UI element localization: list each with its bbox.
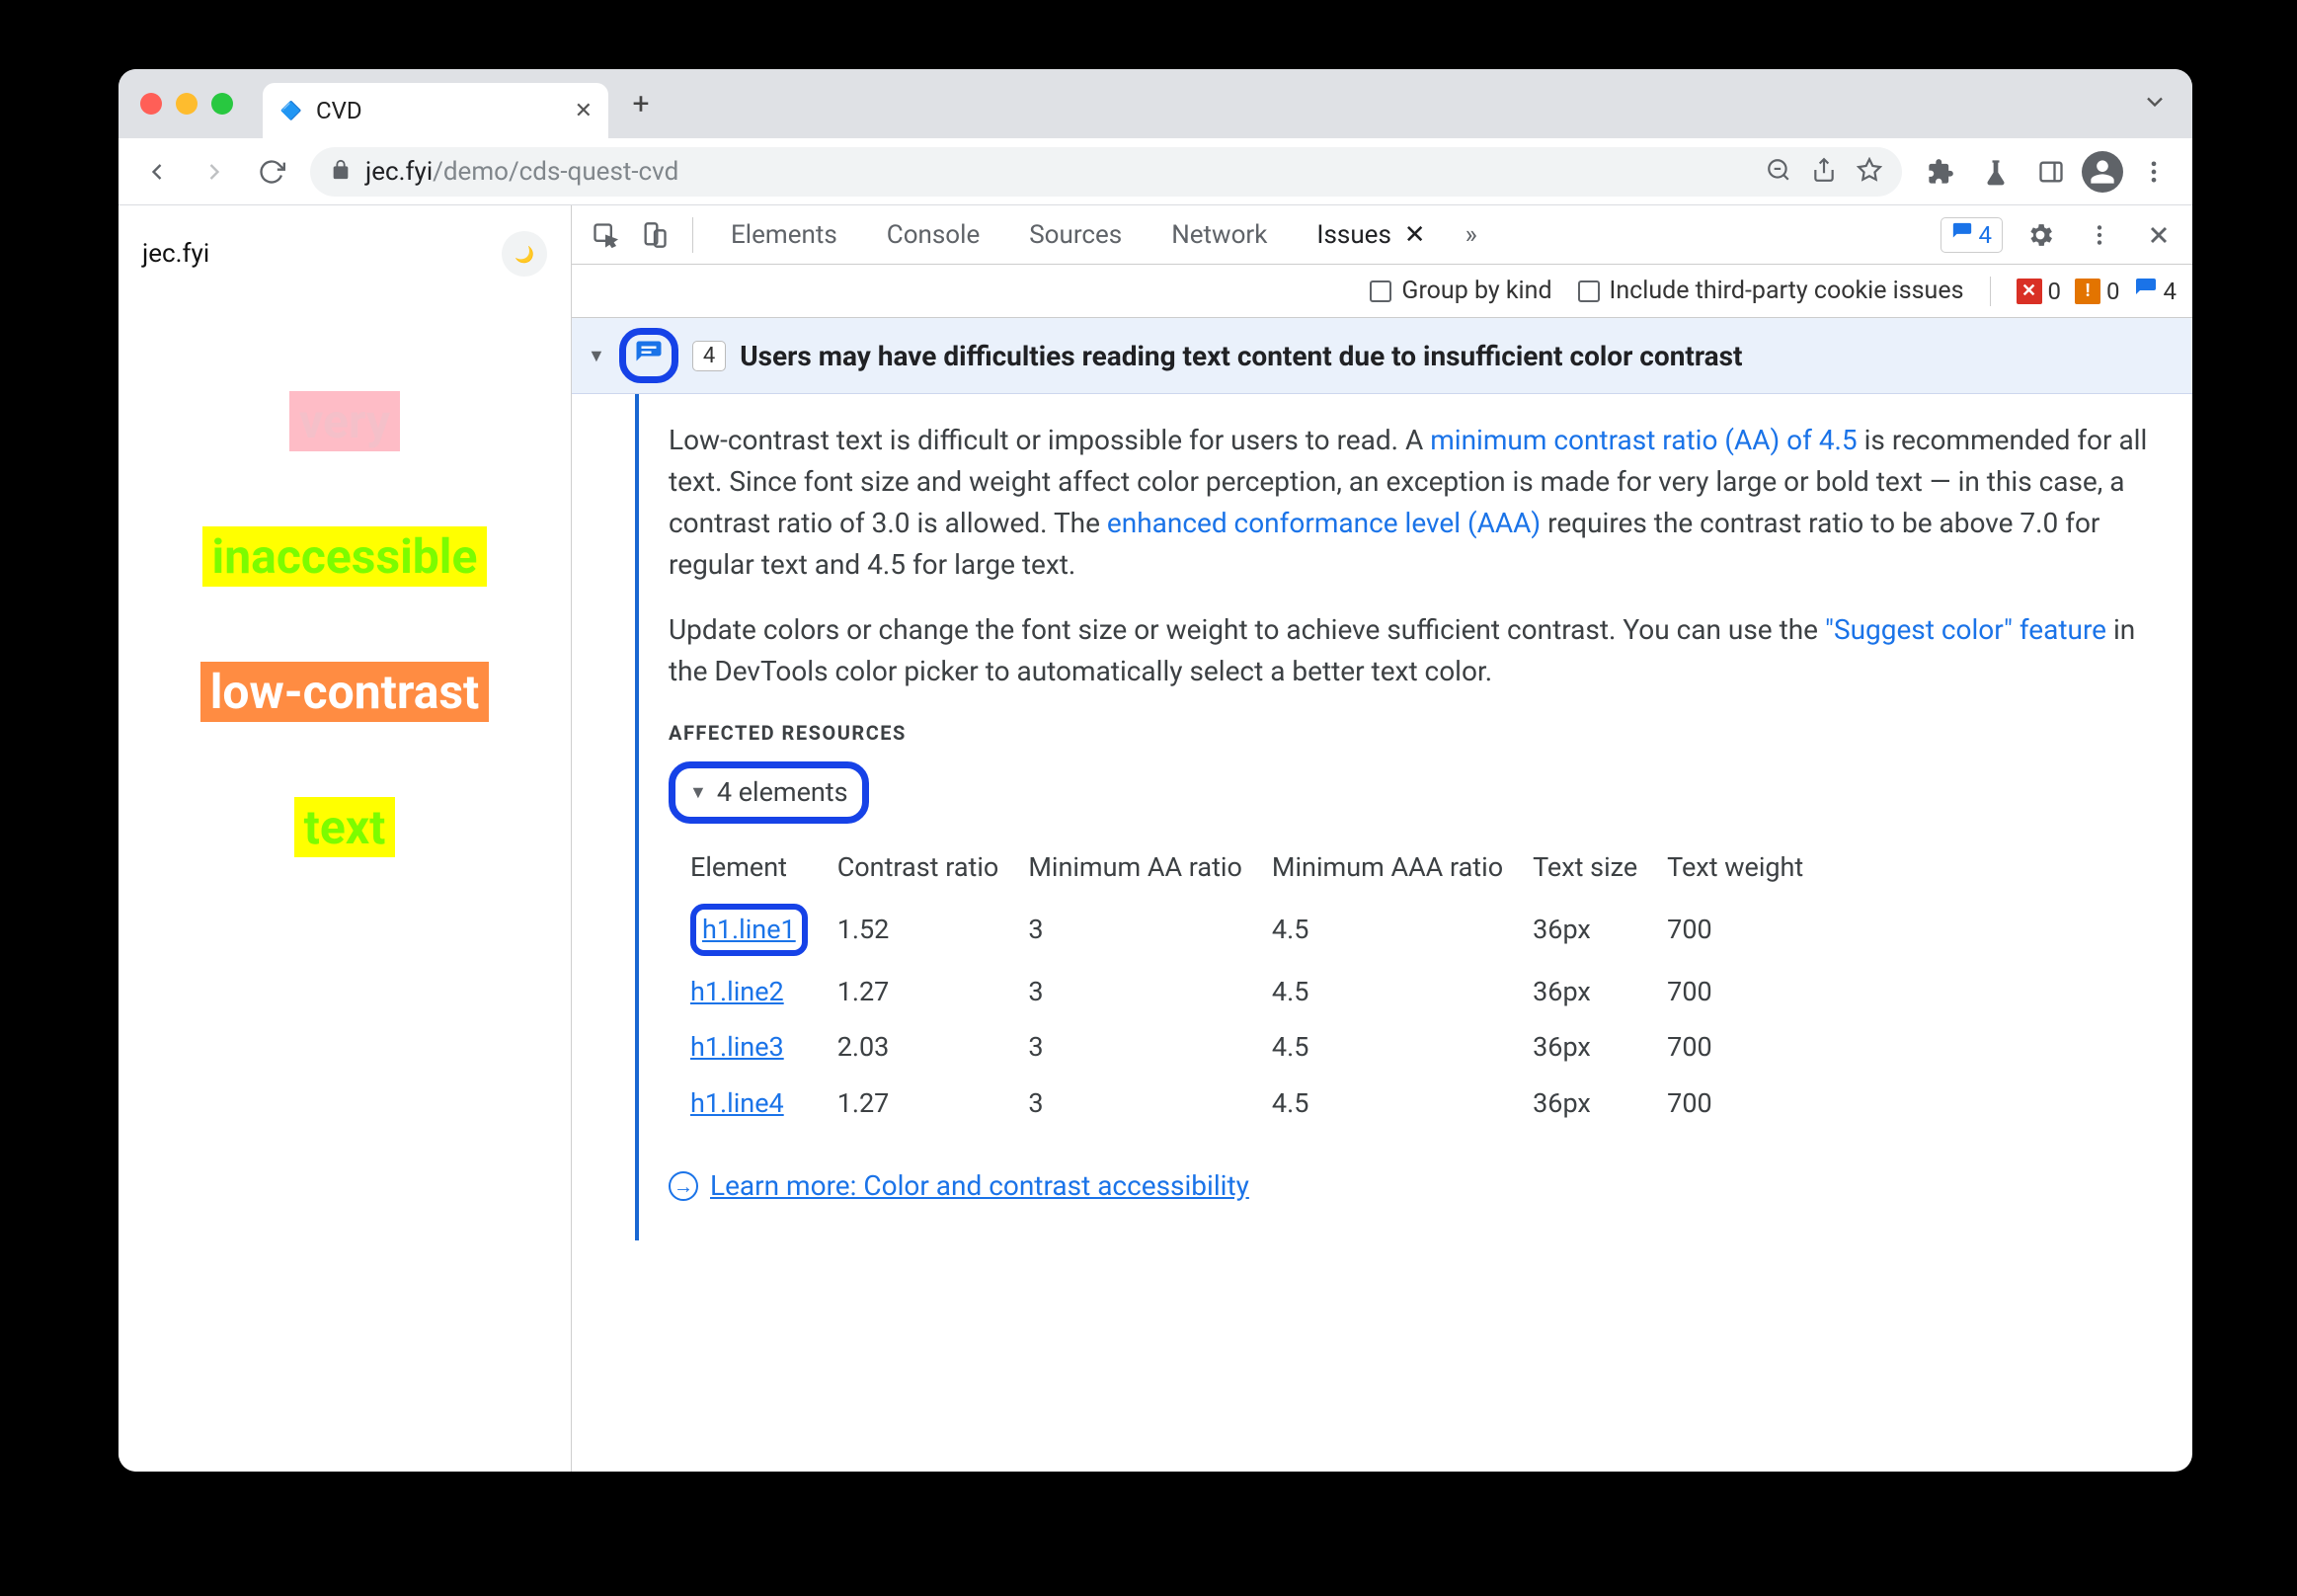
profile-avatar[interactable] <box>2082 151 2123 193</box>
issue-counts: ✕0 !0 4 <box>2017 277 2178 306</box>
tab-strip: 🔷 CVD ✕ + <box>119 69 2192 138</box>
more-tabs-icon[interactable]: » <box>1454 220 1489 250</box>
address-bar[interactable]: jec.fyi/demo/cds-quest-cvd <box>310 147 1902 197</box>
link-min-contrast[interactable]: minimum contrast ratio (AA) of 4.5 <box>1430 424 1857 456</box>
devtools-menu-icon[interactable] <box>2078 213 2121 257</box>
lock-icon <box>330 159 352 185</box>
dark-mode-toggle[interactable]: 🌙 <box>502 231 547 277</box>
menu-icon[interactable] <box>2129 147 2178 197</box>
collapse-triangle-icon: ▼ <box>689 779 707 806</box>
demo-line-4: text <box>294 797 396 857</box>
tab-issues[interactable]: Issues ✕ <box>1295 205 1447 265</box>
toolbar: jec.fyi/demo/cds-quest-cvd <box>119 138 2192 205</box>
page-brand: jec.fyi <box>142 239 209 269</box>
element-link[interactable]: h1.line2 <box>690 976 784 1007</box>
tab-close-icon[interactable]: ✕ <box>1404 220 1426 250</box>
issues-list: ▼ 4 Users may have difficulties reading … <box>572 318 2192 1472</box>
learn-more-link[interactable]: Learn more: Color and contrast accessibi… <box>710 1165 1249 1207</box>
link-aaa[interactable]: enhanced conformance level (AAA) <box>1107 507 1541 539</box>
col-aa: Minimum AA ratio <box>1028 839 1270 896</box>
third-party-checkbox[interactable]: Include third-party cookie issues <box>1578 277 1964 305</box>
col-element: Element <box>690 839 835 896</box>
issues-count-chip[interactable]: 4 <box>1941 217 2004 253</box>
col-size: Text size <box>1533 839 1665 896</box>
issue-kind-highlight <box>619 328 678 383</box>
demo-line-3: low-contrast <box>200 662 490 722</box>
tab-elements[interactable]: Elements <box>709 205 859 265</box>
issues-filter-bar: Group by kind Include third-party cookie… <box>572 265 2192 318</box>
table-row: h1.line11.5234.536px700 <box>690 897 1831 963</box>
table-row: h1.line32.0334.536px700 <box>690 1020 1831 1075</box>
warning-icon: ! <box>2075 279 2100 304</box>
device-toolbar-icon[interactable] <box>633 213 676 257</box>
info-icon <box>2134 277 2158 306</box>
error-icon: ✕ <box>2017 279 2042 304</box>
issue-count-badge: 4 <box>692 341 726 371</box>
bookmark-icon[interactable] <box>1857 157 1882 187</box>
close-window-button[interactable] <box>140 93 162 115</box>
content-area: jec.fyi 🌙 very inaccessible low-contrast… <box>119 205 2192 1472</box>
arrow-circle-icon: → <box>669 1171 698 1201</box>
element-link[interactable]: h1.line3 <box>690 1031 784 1063</box>
tab-sources[interactable]: Sources <box>1007 205 1144 265</box>
favicon-icon: 🔷 <box>278 98 304 123</box>
inspect-element-icon[interactable] <box>584 213 627 257</box>
demo-line-2: inaccessible <box>202 526 488 587</box>
col-weight: Text weight <box>1667 839 1831 896</box>
issue-header[interactable]: ▼ 4 Users may have difficulties reading … <box>572 318 2192 394</box>
url-text: jec.fyi/demo/cds-quest-cvd <box>365 157 678 187</box>
affected-resources-label: AFFECTED RESOURCES <box>669 718 2159 748</box>
table-row: h1.line41.2734.536px700 <box>690 1077 1831 1131</box>
issue-title: Users may have difficulties reading text… <box>740 340 1742 372</box>
minimize-window-button[interactable] <box>176 93 198 115</box>
devtools-tab-bar: Elements Console Sources Network Issues … <box>572 205 2192 265</box>
browser-tab[interactable]: 🔷 CVD ✕ <box>263 83 608 138</box>
moon-icon: 🌙 <box>515 245 534 264</box>
devtools-panel: Elements Console Sources Network Issues … <box>571 205 2192 1472</box>
tab-title: CVD <box>316 97 563 124</box>
tabs-dropdown-button[interactable] <box>2141 88 2169 120</box>
issue-paragraph-1: Low-contrast text is difficult or imposs… <box>669 420 2159 586</box>
share-icon[interactable] <box>1811 157 1837 187</box>
tab-console[interactable]: Console <box>865 205 1001 265</box>
demo-line-1: very <box>289 391 400 451</box>
col-aaa: Minimum AAA ratio <box>1272 839 1531 896</box>
link-suggest-color[interactable]: "Suggest color" feature <box>1825 613 2106 646</box>
tab-network[interactable]: Network <box>1149 205 1289 265</box>
col-contrast-ratio: Contrast ratio <box>837 839 1027 896</box>
affected-elements-table: Element Contrast ratio Minimum AA ratio … <box>688 838 1833 1133</box>
issue-paragraph-2: Update colors or change the font size or… <box>669 609 2159 692</box>
maximize-window-button[interactable] <box>211 93 233 115</box>
learn-more-row: → Learn more: Color and contrast accessi… <box>669 1165 2159 1207</box>
zoom-icon[interactable] <box>1766 157 1791 187</box>
back-button[interactable] <box>132 147 182 197</box>
settings-icon[interactable] <box>2019 213 2062 257</box>
element-link[interactable]: h1.line4 <box>690 1087 784 1119</box>
window-controls <box>140 93 233 115</box>
elements-toggle[interactable]: ▼ 4 elements <box>669 761 869 824</box>
new-tab-button[interactable]: + <box>620 83 662 124</box>
browser-window: 🔷 CVD ✕ + jec.fyi/demo/cds-quest-cvd <box>119 69 2192 1472</box>
element-link[interactable]: h1.line1 <box>702 914 796 945</box>
message-icon <box>1951 221 1973 249</box>
forward-button[interactable] <box>190 147 239 197</box>
labs-icon[interactable] <box>1971 147 2020 197</box>
demo-text: very inaccessible low-contrast text <box>200 391 490 857</box>
tab-close-button[interactable]: ✕ <box>575 99 593 123</box>
group-by-kind-checkbox[interactable]: Group by kind <box>1370 277 1551 305</box>
issue-body: Low-contrast text is difficult or imposs… <box>572 394 2192 1240</box>
message-icon <box>634 339 664 372</box>
reload-button[interactable] <box>247 147 296 197</box>
devtools-close-icon[interactable] <box>2137 213 2180 257</box>
extensions-icon[interactable] <box>1916 147 1965 197</box>
page-viewport: jec.fyi 🌙 very inaccessible low-contrast… <box>119 205 571 1472</box>
sidepanel-icon[interactable] <box>2026 147 2076 197</box>
collapse-triangle-icon[interactable]: ▼ <box>588 346 605 366</box>
table-row: h1.line21.2734.536px700 <box>690 965 1831 1019</box>
